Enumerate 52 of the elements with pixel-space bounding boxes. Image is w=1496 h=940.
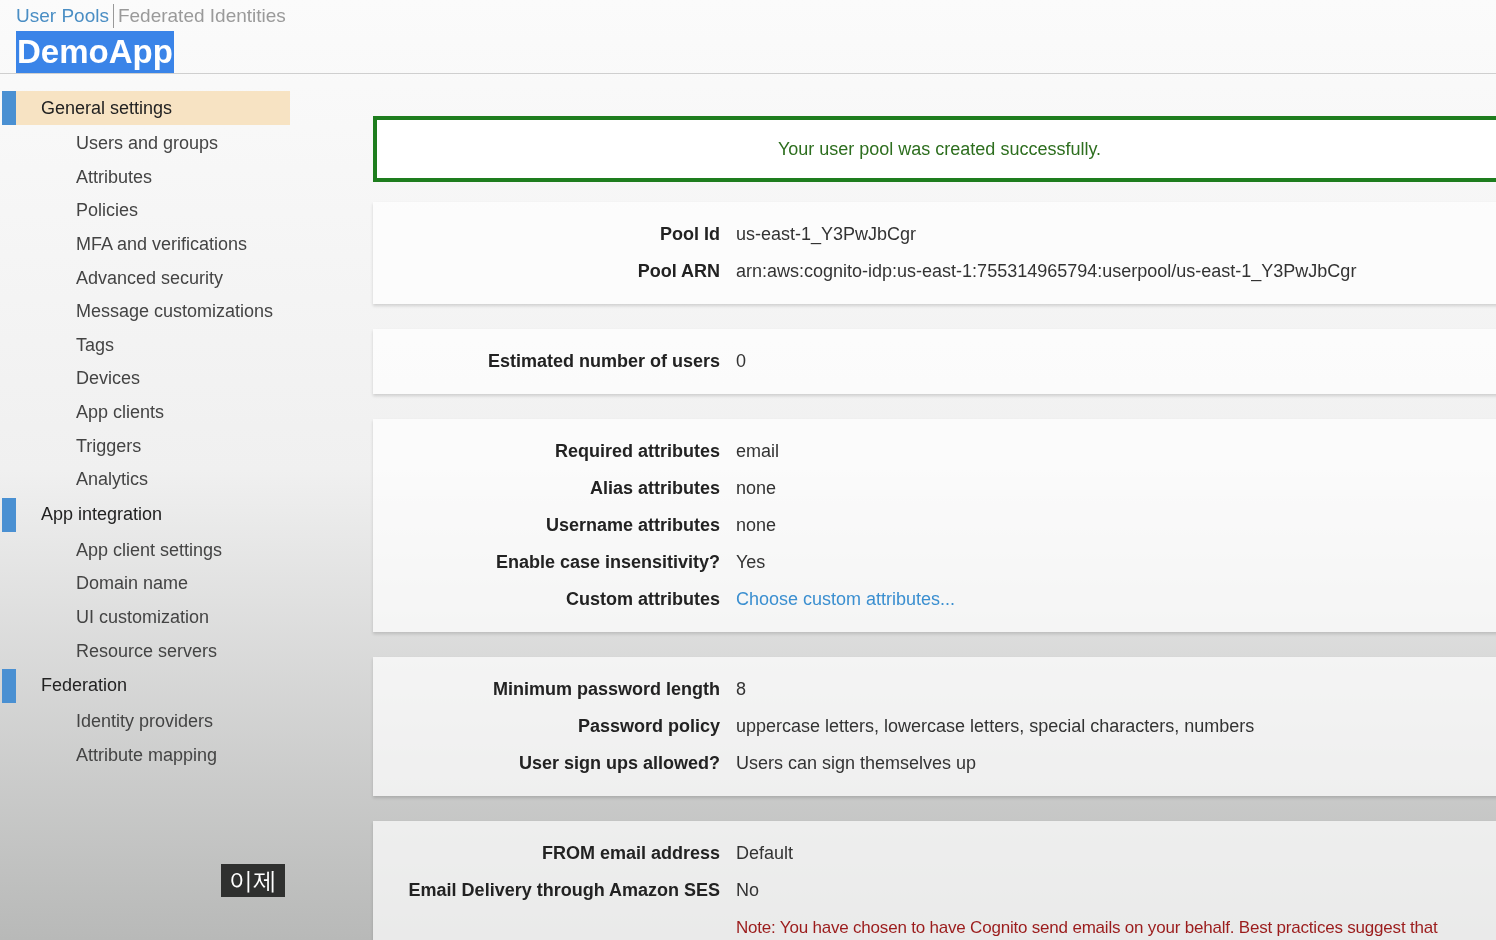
sidebar-item[interactable]: Users and groups (76, 130, 219, 158)
field-value: 8 (736, 678, 746, 701)
sidebar-item[interactable]: Policies (76, 197, 139, 225)
field-label: User sign ups allowed? (518, 753, 720, 773)
sidebar-item[interactable]: UI customization (76, 604, 210, 631)
sidebar-item[interactable]: Tags (76, 331, 115, 359)
sidebar-item[interactable]: App clients (76, 399, 165, 427)
sidebar-item[interactable]: Devices (76, 365, 141, 393)
field-value: us-east-1_Y3PwJbCgr (736, 223, 917, 247)
field-value: Yes (736, 551, 766, 574)
field-label: Estimated number of users (487, 351, 720, 371)
field-value: uppercase letters, lowercase letters, special characters, numbers (736, 715, 1255, 738)
field-label: Custom attributes (566, 589, 720, 609)
field-label: Minimum password length (493, 679, 720, 699)
field-value: Users can sign themselves up (736, 752, 977, 775)
sidebar-item[interactable]: Attribute mapping (76, 741, 218, 769)
field-value: email (736, 440, 779, 463)
sidebar-item[interactable]: Analytics (76, 466, 149, 494)
field-label: Password policy (577, 716, 720, 736)
sidebar-section[interactable]: App integration (16, 497, 290, 532)
field-value: none (736, 477, 777, 500)
field-value: none (736, 514, 777, 537)
sidebar-item[interactable]: Advanced security (76, 264, 224, 292)
field-label: Pool ARN (637, 261, 720, 281)
field-label: Pool Id (660, 224, 720, 244)
field-value: arn:aws:cognito-idp:us-east-1:755314965794:userpool/us-east-1_Y3PwJbCgr (736, 260, 1357, 284)
success-banner: Your user pool was created successfully. (373, 116, 1496, 182)
sidebar-item[interactable]: Domain name (76, 570, 189, 598)
field-label: Enable case insensitivity? (495, 552, 720, 572)
field-label: Email Delivery through Amazon SES (408, 880, 720, 900)
video-caption: 이제 (221, 864, 285, 897)
sidebar-item[interactable]: Triggers (76, 432, 142, 460)
sidebar-section[interactable]: Federation (16, 668, 290, 703)
section-marker (2, 497, 16, 532)
sidebar-item[interactable]: App client settings (76, 536, 223, 564)
field-label: Alias attributes (589, 478, 720, 498)
field-value: Default (736, 842, 794, 865)
note-text: Note: You have chosen to have Cognito send emails on your behalf. Best practices suggest that (736, 916, 1438, 939)
sidebar-item[interactable]: Identity providers (76, 708, 214, 736)
field-label: Required attributes (554, 441, 720, 461)
sidebar-item[interactable]: Attributes (76, 163, 153, 191)
field-label: Username attributes (545, 515, 720, 535)
sidebar-item[interactable]: MFA and verifications (76, 231, 248, 259)
field-value: 0 (736, 350, 746, 373)
field-value: No (736, 879, 759, 902)
section-marker (2, 668, 16, 703)
field-label: FROM email address (541, 843, 720, 863)
section-marker (2, 91, 16, 125)
pool-title: DemoApp (16, 31, 174, 73)
sidebar-section[interactable]: General settings (16, 91, 290, 125)
sidebar-item[interactable]: Resource servers (76, 637, 218, 665)
sidebar-item[interactable]: Message customizations (76, 298, 274, 326)
